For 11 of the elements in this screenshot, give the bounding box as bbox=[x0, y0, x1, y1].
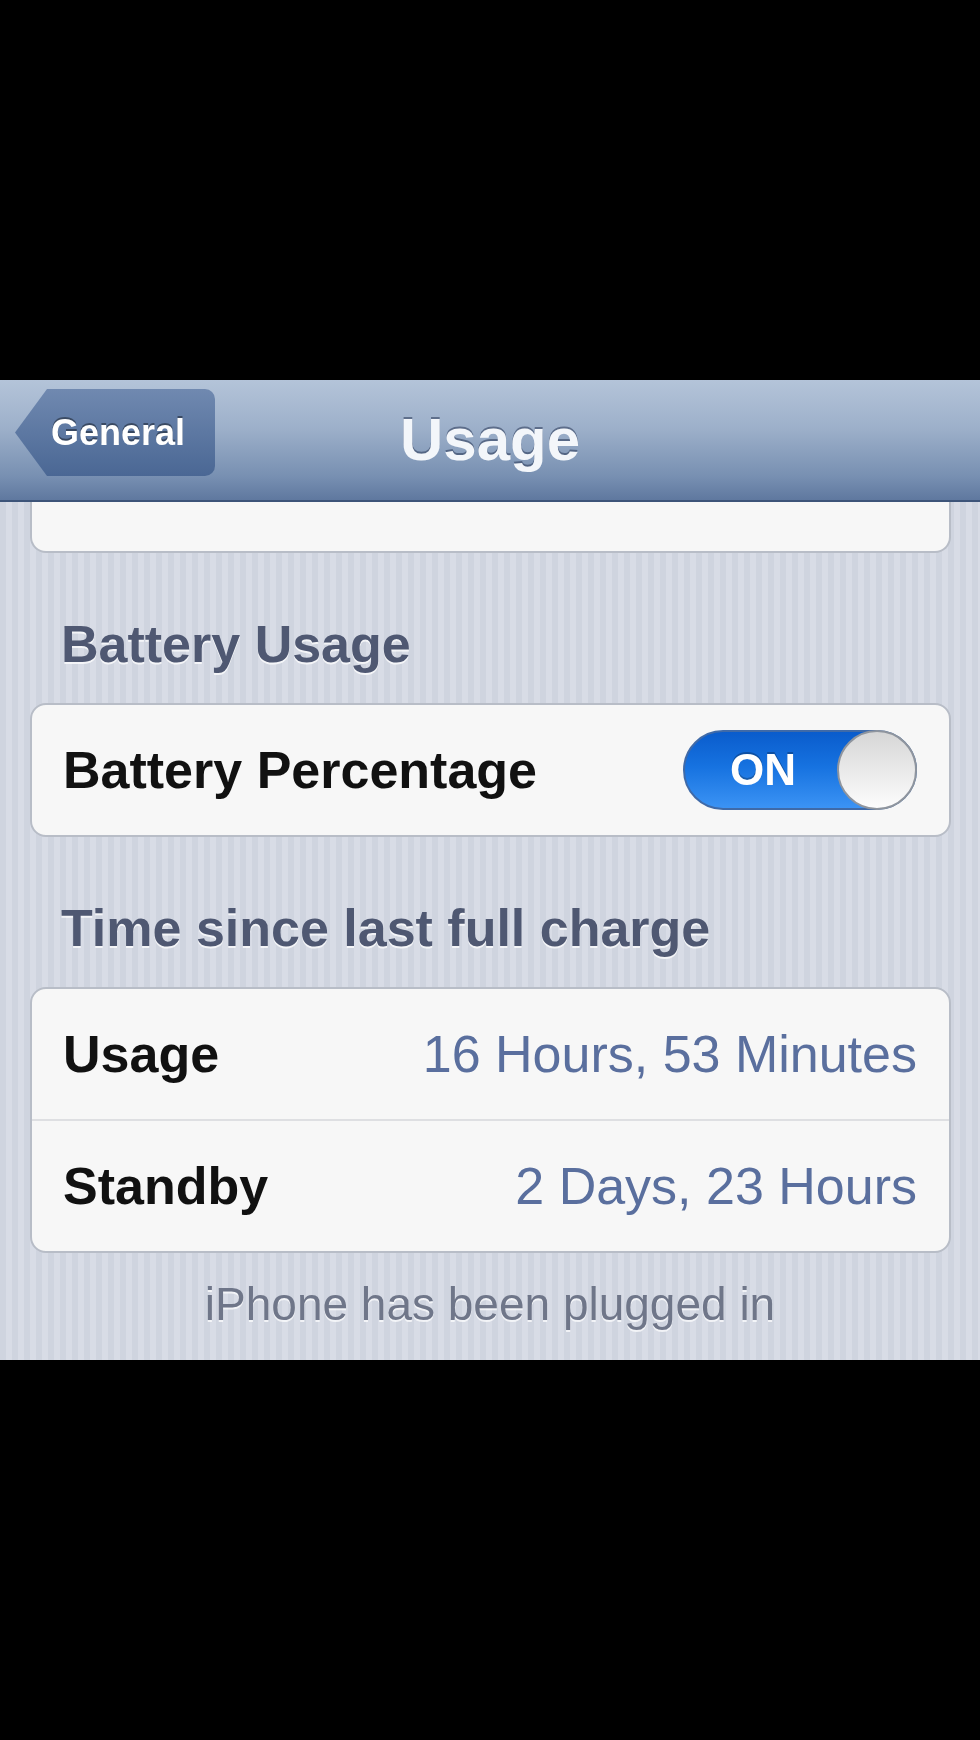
row-value: 16 Hours, 53 Minutes bbox=[422, 1024, 917, 1084]
section-footer: iPhone has been plugged in bbox=[204, 1277, 776, 1331]
section-header: Time since last full charge bbox=[61, 898, 711, 958]
nav-title: Usage bbox=[399, 405, 581, 475]
row-label: Usage bbox=[63, 1024, 220, 1084]
section-header: Battery Usage bbox=[61, 614, 411, 674]
row-label: Standby bbox=[63, 1156, 269, 1216]
row-value: 2 Days, 23 Hours bbox=[515, 1156, 917, 1216]
row-label: Battery Percentage bbox=[63, 740, 537, 800]
toggle-switch[interactable]: ON bbox=[683, 730, 917, 810]
back-button[interactable]: General bbox=[15, 389, 215, 476]
